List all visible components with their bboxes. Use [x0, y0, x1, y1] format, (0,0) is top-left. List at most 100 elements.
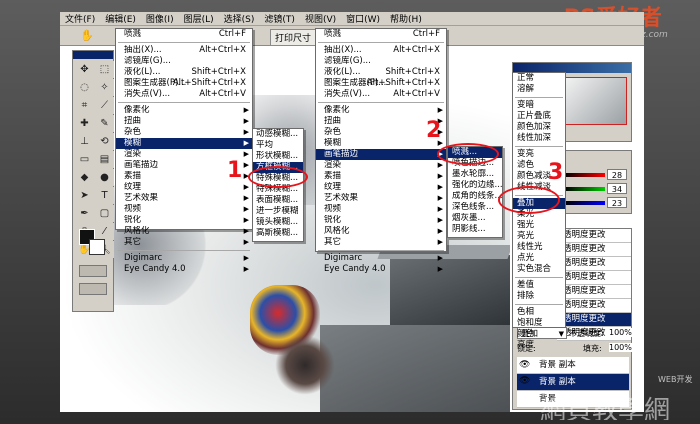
menu-item-other[interactable]: 其它 ▶ — [316, 237, 446, 248]
menu-item-video[interactable]: 视频 ▶ — [316, 204, 446, 215]
layer-row[interactable]: 透明度更改 — [557, 229, 631, 243]
fill-value[interactable]: 100% — [609, 343, 632, 352]
menu-item-blur[interactable]: 模糊 ▶ — [116, 138, 252, 149]
menu-item-distort[interactable]: 扭曲 ▶ — [116, 116, 252, 127]
menu-filter[interactable]: 滤镜(T) — [259, 12, 300, 25]
shape-tool-icon[interactable]: ▢ — [95, 205, 114, 222]
menu-item-artistic[interactable]: 艺术效果 ▶ — [316, 193, 446, 204]
background-color-swatch[interactable] — [89, 239, 105, 255]
blur-tool-icon[interactable]: ◆ — [75, 169, 94, 186]
menu-item-average[interactable]: 平均 — [253, 140, 303, 151]
blue-slider[interactable] — [565, 201, 605, 205]
hand-tool-icon[interactable]: ✋ — [80, 29, 94, 42]
menu-item-motion-blur[interactable]: 动感模糊... — [253, 129, 303, 140]
blend-option[interactable]: 变暗 — [513, 100, 565, 111]
menu-item-gaussian-blur[interactable]: 高斯模糊... — [253, 228, 303, 239]
menu-item-dark-strokes[interactable]: 深色线条... — [448, 202, 502, 213]
menu-item-artistic[interactable]: 艺术效果 ▶ — [116, 193, 252, 204]
healing-tool-icon[interactable]: ✚ — [75, 115, 94, 132]
pen-tool-icon[interactable]: ✒ — [75, 205, 94, 222]
marquee-tool-icon[interactable]: ⬚ — [95, 61, 114, 78]
menu-item-lens-blur[interactable]: 镜头模糊... — [253, 217, 303, 228]
menu-item-ink-outlines[interactable]: 墨水轮廓... — [448, 169, 502, 180]
blend-option[interactable]: 强光 — [513, 220, 565, 231]
layer-row[interactable]: 背景 副本 — [517, 357, 629, 374]
menu-item-sharpen[interactable]: 锐化 ▶ — [316, 215, 446, 226]
menu-edit[interactable]: 编辑(E) — [100, 12, 141, 25]
red-value[interactable]: 28 — [607, 169, 627, 180]
eye-icon[interactable]: 👁︎ — [519, 376, 530, 386]
menu-image[interactable]: 图像(I) — [141, 12, 179, 25]
layer-row[interactable]: 背景 副本 — [517, 374, 629, 391]
menu-item-eye-candy[interactable]: Eye Candy 4.0 ▶ — [316, 264, 446, 275]
red-slider[interactable] — [565, 173, 605, 177]
menu-item-shape-blur[interactable]: 形状模糊... — [253, 151, 303, 162]
menu-item-brush-strokes[interactable]: 画笔描边 ▶ — [316, 149, 446, 160]
slice-tool-icon[interactable]: ⟋ — [95, 97, 114, 114]
menu-item-texture[interactable]: 纹理 ▶ — [116, 182, 252, 193]
quick-mask-icon[interactable] — [79, 265, 107, 277]
menu-item-vanishing-point[interactable]: 消失点(V)... Alt+Ctrl+V — [316, 89, 446, 100]
menu-layer[interactable]: 图层(L) — [179, 12, 219, 25]
menu-view[interactable]: 视图(V) — [300, 12, 341, 25]
menu-item-sketch[interactable]: 素描 ▶ — [316, 171, 446, 182]
menu-item-surface-blur[interactable]: 表面模糊... — [253, 195, 303, 206]
menu-item-extract[interactable]: 抽出(X)... Alt+Ctrl+X — [116, 45, 252, 56]
blend-option[interactable]: 线性加深 — [513, 133, 565, 144]
blend-option[interactable]: 点光 — [513, 253, 565, 264]
menu-item-texture[interactable]: 纹理 ▶ — [316, 182, 446, 193]
blend-option[interactable]: 线性光 — [513, 242, 565, 253]
crop-tool-icon[interactable]: ⌗ — [75, 97, 94, 114]
layer-row[interactable]: 透明度更改 — [557, 299, 631, 313]
history-brush-icon[interactable]: ⟲ — [95, 133, 114, 150]
menu-item-video[interactable]: 视频 ▶ — [116, 204, 252, 215]
menu-item-pixelate[interactable]: 像素化 ▶ — [316, 105, 446, 116]
blend-option[interactable]: 亮光 — [513, 231, 565, 242]
menu-item-crosshatch[interactable]: 阴影线... — [448, 224, 502, 235]
menu-item-pixelate[interactable]: 像素化 ▶ — [116, 105, 252, 116]
layer-row[interactable]: 透明度更改 — [557, 243, 631, 257]
menu-item-noise[interactable]: 杂色 ▶ — [116, 127, 252, 138]
opacity-value[interactable]: 100% — [609, 328, 632, 337]
menu-item-digimarc[interactable]: Digimarc ▶ — [316, 253, 446, 264]
menu-item-sharpen[interactable]: 锐化 ▶ — [116, 215, 252, 226]
menu-item-stylize[interactable]: 风格化 ▶ — [316, 226, 446, 237]
type-tool-icon[interactable]: T — [95, 187, 114, 204]
blend-option[interactable]: 饱和度 — [513, 318, 565, 329]
blend-option[interactable]: 溶解 — [513, 84, 565, 95]
menu-item-angled-strokes[interactable]: 成角的线条... — [448, 191, 502, 202]
menu-item-last-filter[interactable]: 喷溅 Ctrl+F — [116, 29, 252, 40]
screen-mode-icon[interactable] — [79, 283, 107, 295]
menu-window[interactable]: 窗口(W) — [341, 12, 385, 25]
dodge-tool-icon[interactable]: ● — [95, 169, 114, 186]
menu-item-liquify[interactable]: 液化(L)... Shift+Ctrl+X — [316, 67, 446, 78]
eye-icon[interactable]: 👁︎ — [519, 360, 530, 370]
blend-option[interactable]: 实色混合 — [513, 264, 565, 275]
menu-item-blur-more[interactable]: 进一步模糊 — [253, 206, 303, 217]
menu-item-other[interactable]: 其它 ▶ — [116, 237, 252, 248]
menu-help[interactable]: 帮助(H) — [385, 12, 427, 25]
menu-item-extract[interactable]: 抽出(X)... Alt+Ctrl+X — [316, 45, 446, 56]
move-tool-icon[interactable]: ✥ — [75, 61, 94, 78]
eyedropper-tool-icon[interactable]: ⁄ — [95, 223, 114, 240]
blend-option[interactable]: 变亮 — [513, 149, 565, 160]
blend-option[interactable]: 色相 — [513, 307, 565, 318]
eraser-tool-icon[interactable]: ▭ — [75, 151, 94, 168]
blend-option[interactable]: 亮度 — [513, 340, 565, 351]
menu-item-pattern-maker[interactable]: 图案生成器(P)... Alt+Shift+Ctrl+X — [116, 78, 252, 89]
menu-item-filter-gallery[interactable]: 滤镜库(G)... — [116, 56, 252, 67]
brush-tool-icon[interactable]: ✎ — [95, 115, 114, 132]
menu-item-digimarc[interactable]: Digimarc ▶ — [116, 253, 252, 264]
menu-item-last-filter[interactable]: 喷溅 Ctrl+F — [316, 29, 446, 40]
blend-option[interactable]: 正常 — [513, 73, 565, 84]
layer-row[interactable]: 透明度更改 — [557, 313, 631, 327]
green-value[interactable]: 34 — [607, 183, 627, 194]
menu-select[interactable]: 选择(S) — [219, 12, 260, 25]
blend-option[interactable]: 差值 — [513, 280, 565, 291]
menu-item-sumi-e[interactable]: 烟灰墨... — [448, 213, 502, 224]
menu-item-render[interactable]: 渲染 ▶ — [316, 160, 446, 171]
blue-value[interactable]: 23 — [607, 197, 627, 208]
gradient-tool-icon[interactable]: ▤ — [95, 151, 114, 168]
blend-option[interactable]: 排除 — [513, 291, 565, 302]
menu-item-stylize[interactable]: 风格化 ▶ — [116, 226, 252, 237]
